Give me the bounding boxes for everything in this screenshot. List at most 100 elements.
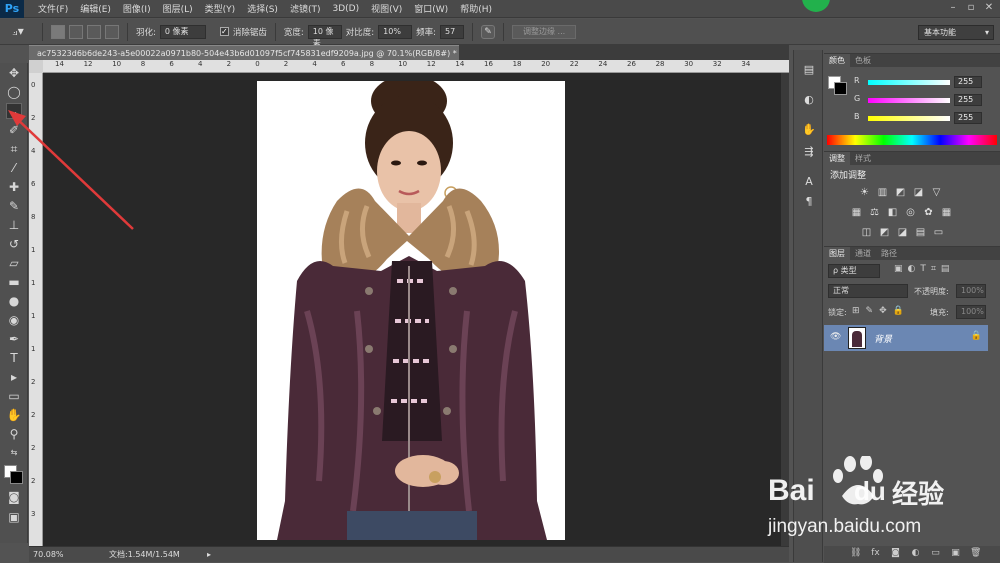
layer-name[interactable]: 背景 <box>874 332 892 345</box>
ruler-tick-label: 2 <box>31 411 36 419</box>
eraser-icon[interactable]: ▱ <box>6 255 22 271</box>
status-menu-arrow-icon[interactable]: ▸ <box>207 547 211 562</box>
green-track[interactable] <box>868 98 950 103</box>
hand-tool-icon[interactable]: ✋ <box>6 407 22 423</box>
close-icon[interactable]: ✕ <box>982 2 996 14</box>
levels-icon[interactable]: ▥ <box>876 186 889 199</box>
baidu-jingyan-watermark: Bai du 经验 jingyan.baidu.com <box>768 454 998 546</box>
canvas-area[interactable] <box>43 73 781 546</box>
ruler-tick-label: 14 <box>455 60 465 68</box>
quick-mask-icon[interactable]: ◙ <box>6 489 22 505</box>
threshold-icon[interactable]: ◪ <box>896 226 909 239</box>
gradient-map-icon[interactable]: ▤ <box>914 226 927 239</box>
color-lookup-icon[interactable]: ▦ <box>940 206 953 219</box>
antialias-checkbox[interactable]: ✓ <box>219 27 229 36</box>
add-mask-icon[interactable]: ◙ <box>890 548 901 559</box>
brightness-icon[interactable]: ☀ <box>858 186 871 199</box>
pen-tool-icon[interactable]: ✒ <box>6 331 22 347</box>
tab-swatches[interactable]: 色板 <box>850 54 876 67</box>
dodge-tool-icon[interactable]: ◉ <box>6 312 22 328</box>
invert-icon[interactable]: ◫ <box>860 226 873 239</box>
layer-filter-icons[interactable]: ▣◐T⌗▤ <box>894 264 954 274</box>
black-white-icon[interactable]: ◧ <box>886 206 899 219</box>
blue-track[interactable] <box>868 116 950 121</box>
refine-edge-button[interactable]: 调整边缘 ... <box>512 24 577 39</box>
feather-input[interactable]: 0 像素 <box>159 24 206 39</box>
maximize-icon[interactable]: ▫ <box>964 2 978 14</box>
selective-color-icon[interactable]: ▭ <box>932 226 945 239</box>
zoom-tool-icon[interactable]: ⚲ <box>6 426 22 442</box>
tab-paths[interactable]: 路径 <box>876 247 902 260</box>
red-slider[interactable]: R 255 <box>854 76 994 90</box>
new-group-icon[interactable]: ▭ <box>930 548 941 559</box>
menu-view[interactable]: 视图(V) <box>365 2 408 15</box>
exposure-icon[interactable]: ◪ <box>912 186 925 199</box>
color-balance-icon[interactable]: ⚖ <box>868 206 881 219</box>
background-color-swatch[interactable] <box>834 82 847 95</box>
menu-help[interactable]: 帮助(H) <box>454 2 498 15</box>
document-image[interactable] <box>257 81 565 540</box>
link-layers-icon[interactable]: ⛓ <box>850 548 861 559</box>
eye-icon[interactable]: 👁 <box>830 332 841 342</box>
blue-value[interactable]: 255 <box>954 112 982 124</box>
opacity-input[interactable]: 100% <box>956 284 986 298</box>
color-spectrum[interactable] <box>827 135 997 145</box>
red-value[interactable]: 255 <box>954 76 982 88</box>
width-input[interactable]: 10 像素 <box>307 24 342 48</box>
vibrance-icon[interactable]: ▽ <box>930 186 943 199</box>
adjustment-layer-icon[interactable]: ◐ <box>910 548 921 559</box>
fill-input[interactable]: 100% <box>956 305 986 319</box>
tab-channels[interactable]: 通道 <box>850 247 876 260</box>
blue-slider[interactable]: B 255 <box>854 112 994 126</box>
layer-row[interactable]: 👁 背景 🔒 <box>824 325 988 351</box>
zoom-level[interactable]: 70.08% <box>33 547 64 562</box>
gradient-tool-icon[interactable]: ▬ <box>6 274 22 290</box>
character-panel-icon[interactable]: A <box>801 174 817 190</box>
rectangle-tool-icon[interactable]: ▭ <box>6 388 22 404</box>
color-panel: 颜色 色板 R 255 G 255 B 255 <box>824 53 1000 149</box>
background-color-swatch[interactable] <box>10 471 23 484</box>
minimize-icon[interactable]: – <box>946 2 960 14</box>
layer-filter-select[interactable]: ρ 类型 <box>828 264 880 278</box>
screen-mode-icon[interactable]: ▣ <box>6 509 22 525</box>
hue-saturation-icon[interactable]: ▦ <box>850 206 863 219</box>
ruler-tick-label: 2 <box>226 60 232 68</box>
properties-panel-icon[interactable]: ◐ <box>801 92 817 108</box>
green-slider[interactable]: G 255 <box>854 94 994 108</box>
green-label: G <box>854 94 861 103</box>
tab-adjustments[interactable]: 调整 <box>824 152 850 165</box>
swap-colors-icon[interactable]: ⇆ <box>6 445 22 461</box>
photo-filter-icon[interactable]: ◎ <box>904 206 917 219</box>
menu-filter[interactable]: 滤镜(T) <box>284 2 327 15</box>
channel-mixer-icon[interactable]: ✿ <box>922 206 935 219</box>
brush-presets-icon[interactable]: ⇶ <box>801 144 817 160</box>
contrast-input[interactable]: 10% <box>378 24 413 39</box>
posterize-icon[interactable]: ◩ <box>878 226 891 239</box>
type-tool-icon[interactable]: T <box>6 350 22 366</box>
blur-tool-icon[interactable]: ● <box>6 293 22 309</box>
tablet-pressure-icon[interactable]: ✎ <box>481 24 496 39</box>
menu-type[interactable]: 类型(Y) <box>199 2 242 15</box>
menu-window[interactable]: 窗口(W) <box>408 2 454 15</box>
menu-3d[interactable]: 3D(D) <box>326 4 365 14</box>
fx-icon[interactable]: fx <box>870 548 881 559</box>
workspace-select[interactable]: 基本功能 ▾ <box>918 25 994 40</box>
ruler-tick-label: 18 <box>512 60 522 68</box>
paragraph-panel-icon[interactable]: ¶ <box>801 194 817 210</box>
blend-mode-select[interactable]: 正常 <box>828 284 908 298</box>
tab-styles[interactable]: 样式 <box>850 152 876 165</box>
history-panel-icon[interactable]: ▤ <box>801 62 817 78</box>
tab-layers[interactable]: 图层 <box>824 247 850 260</box>
new-layer-icon[interactable]: ▣ <box>950 548 961 559</box>
brush-panel-icon[interactable]: ✋ <box>801 122 817 138</box>
menu-layer[interactable]: 图层(L) <box>157 2 199 15</box>
menu-select[interactable]: 选择(S) <box>241 2 284 15</box>
frequency-input[interactable]: 57 <box>440 24 465 39</box>
lock-icons[interactable]: ⊞✎✥🔒 <box>852 306 910 316</box>
curves-icon[interactable]: ◩ <box>894 186 907 199</box>
path-selection-icon[interactable]: ▸ <box>6 369 22 385</box>
tab-color[interactable]: 颜色 <box>824 54 850 67</box>
delete-layer-icon[interactable]: 🗑 <box>970 548 981 559</box>
green-value[interactable]: 255 <box>954 94 982 106</box>
red-track[interactable] <box>868 80 950 85</box>
